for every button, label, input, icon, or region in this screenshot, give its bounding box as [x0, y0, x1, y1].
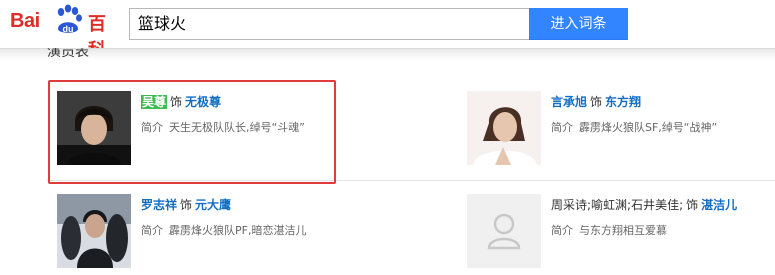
role-name-link[interactable]: 东方翔 [605, 95, 641, 109]
role-connector: 饰 [686, 198, 699, 212]
actor-photo[interactable] [467, 91, 541, 165]
intro-text: 霹雳烽火狼队PF,暗恋湛洁儿 [169, 224, 307, 237]
cast-intro: 简介 与东方翔相互爱慕 [551, 222, 667, 238]
intro-text: 与东方翔相互爱慕 [579, 224, 667, 237]
intro-label: 简介 [141, 224, 163, 237]
role-connector: 饰 [180, 198, 193, 212]
default-avatar-icon[interactable] [467, 194, 541, 268]
cast-intro: 简介 霹雳烽火狼队SF,绰号“战神” [551, 119, 717, 135]
cast-section-title: 演员表 [47, 48, 89, 60]
cast-name-line: 罗志祥饰元大鹰 [141, 196, 231, 213]
baidu-baike-logo[interactable]: Bai du 百科 [10, 2, 116, 61]
role-name-link[interactable]: 元大鹰 [195, 198, 231, 212]
selection-highlight-box [48, 80, 336, 184]
baidu-paw-icon: du [57, 4, 82, 34]
intro-label: 简介 [551, 224, 573, 237]
role-connector: 饰 [590, 95, 603, 109]
cast-card: 罗志祥饰元大鹰 简介 霹雳烽火狼队PF,暗恋湛洁儿 [57, 194, 377, 274]
cast-intro: 简介 霹雳烽火狼队PF,暗恋湛洁儿 [141, 222, 306, 238]
cast-card: 言承旭饰东方翔 简介 霹雳烽火狼队SF,绰号“战神” [467, 91, 775, 171]
search-input[interactable]: 篮球火 [129, 8, 529, 40]
actor-names: 周采诗;喻虹渊;石井美佳; [551, 198, 684, 212]
actor-name-link[interactable]: 罗志祥 [141, 198, 177, 212]
cast-name-line: 周采诗;喻虹渊;石井美佳; 饰湛洁儿 [551, 196, 737, 213]
actor-name-link[interactable]: 言承旭 [551, 95, 587, 109]
logo-bai-text: Bai [10, 10, 40, 32]
actor-photo[interactable] [57, 194, 131, 268]
role-name-link[interactable]: 湛洁儿 [701, 198, 737, 212]
enter-entry-button[interactable]: 进入词条 [529, 8, 628, 40]
cast-card: 周采诗;喻虹渊;石井美佳; 饰湛洁儿 简介 与东方翔相互爱慕 [467, 194, 775, 274]
intro-label: 简介 [551, 121, 573, 134]
intro-text: 霹雳烽火狼队SF,绰号“战神” [579, 121, 718, 134]
cast-name-line: 言承旭饰东方翔 [551, 93, 641, 110]
header-divider [0, 48, 775, 60]
logo-du-text: du [63, 24, 74, 34]
